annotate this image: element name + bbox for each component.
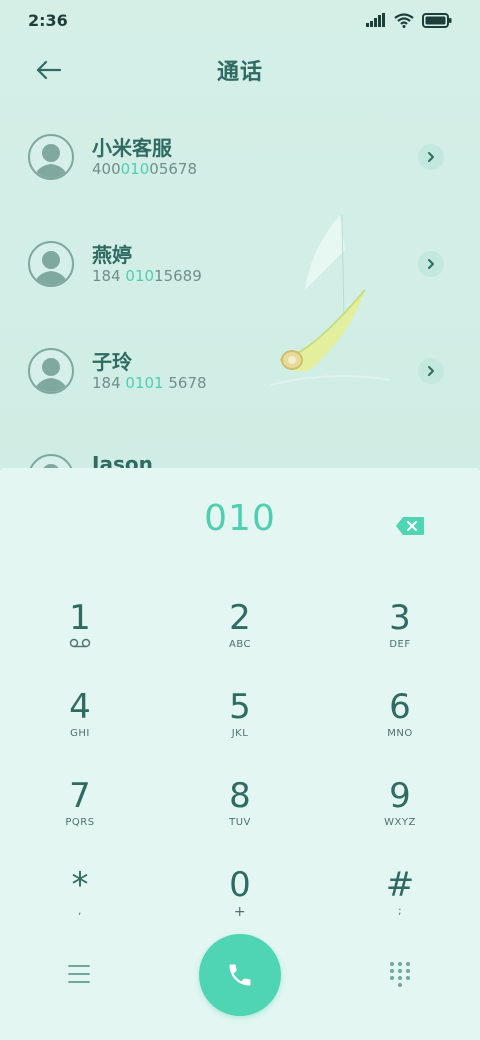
- contact-number: 184 01015689: [92, 267, 202, 285]
- person-icon: [33, 358, 69, 392]
- contact-detail-button[interactable]: [418, 144, 444, 170]
- wifi-icon: [394, 12, 414, 28]
- contact-number: 40001005678: [92, 160, 197, 178]
- page-title: 通话: [216, 60, 263, 85]
- call-log-panel: 2:36 通话 小米客服 40001005678 燕婷 184 01015689…: [0, 0, 480, 470]
- contact-row[interactable]: 燕婷 184 01015689: [0, 229, 480, 299]
- person-icon: [33, 144, 69, 178]
- key-8[interactable]: 8 TUV: [180, 776, 300, 856]
- key-0[interactable]: 0 +: [180, 865, 300, 945]
- contact-name: 子玲: [92, 350, 132, 374]
- key-4[interactable]: 4 GHI: [20, 687, 140, 767]
- avatar: [28, 348, 74, 394]
- key-7[interactable]: 7 PQRS: [20, 776, 140, 856]
- chevron-right-icon: [428, 366, 434, 376]
- phone-icon: [229, 964, 251, 986]
- menu-button[interactable]: [64, 962, 94, 986]
- header: 通话: [0, 48, 480, 92]
- key-star[interactable]: * ,: [20, 865, 140, 945]
- keypad-icon[interactable]: [386, 960, 414, 988]
- key-hash[interactable]: # ;: [340, 865, 460, 945]
- battery-icon: [422, 12, 452, 28]
- signal-icon: [366, 13, 385, 27]
- avatar: [28, 241, 74, 287]
- key-1[interactable]: 1: [20, 598, 140, 678]
- back-button[interactable]: [30, 54, 66, 86]
- contact-row[interactable]: Jason: [0, 442, 480, 470]
- chevron-right-icon: [428, 152, 434, 162]
- avatar: [28, 134, 74, 180]
- key-3[interactable]: 3 DEF: [340, 598, 460, 678]
- status-time: 2:36: [28, 10, 68, 30]
- contact-name: 小米客服: [92, 136, 172, 160]
- dialer-pad: 010 1 2 ABC 3 DEF 4 GHI 5 JKL 6 MNO 7 PQ…: [0, 468, 480, 1040]
- contact-name: 燕婷: [92, 243, 132, 267]
- chevron-right-icon: [428, 259, 434, 269]
- voicemail-icon: [69, 638, 91, 648]
- status-bar: 2:36: [0, 0, 480, 40]
- contact-detail-button[interactable]: [418, 358, 444, 384]
- contact-row[interactable]: 子玲 184 0101 5678: [0, 336, 480, 406]
- contact-number: 184 0101 5678: [92, 374, 207, 392]
- menu-icon: [68, 965, 90, 967]
- person-icon: [33, 251, 69, 285]
- contact-row[interactable]: 小米客服 40001005678: [0, 122, 480, 192]
- backspace-icon: [396, 517, 424, 535]
- key-9[interactable]: 9 WXYZ: [340, 776, 460, 856]
- backspace-button[interactable]: [394, 514, 426, 538]
- arrow-left-icon: [36, 60, 61, 80]
- call-button[interactable]: [199, 934, 281, 1016]
- key-6[interactable]: 6 MNO: [340, 687, 460, 767]
- key-5[interactable]: 5 JKL: [180, 687, 300, 767]
- contact-detail-button[interactable]: [418, 251, 444, 277]
- key-2[interactable]: 2 ABC: [180, 598, 300, 678]
